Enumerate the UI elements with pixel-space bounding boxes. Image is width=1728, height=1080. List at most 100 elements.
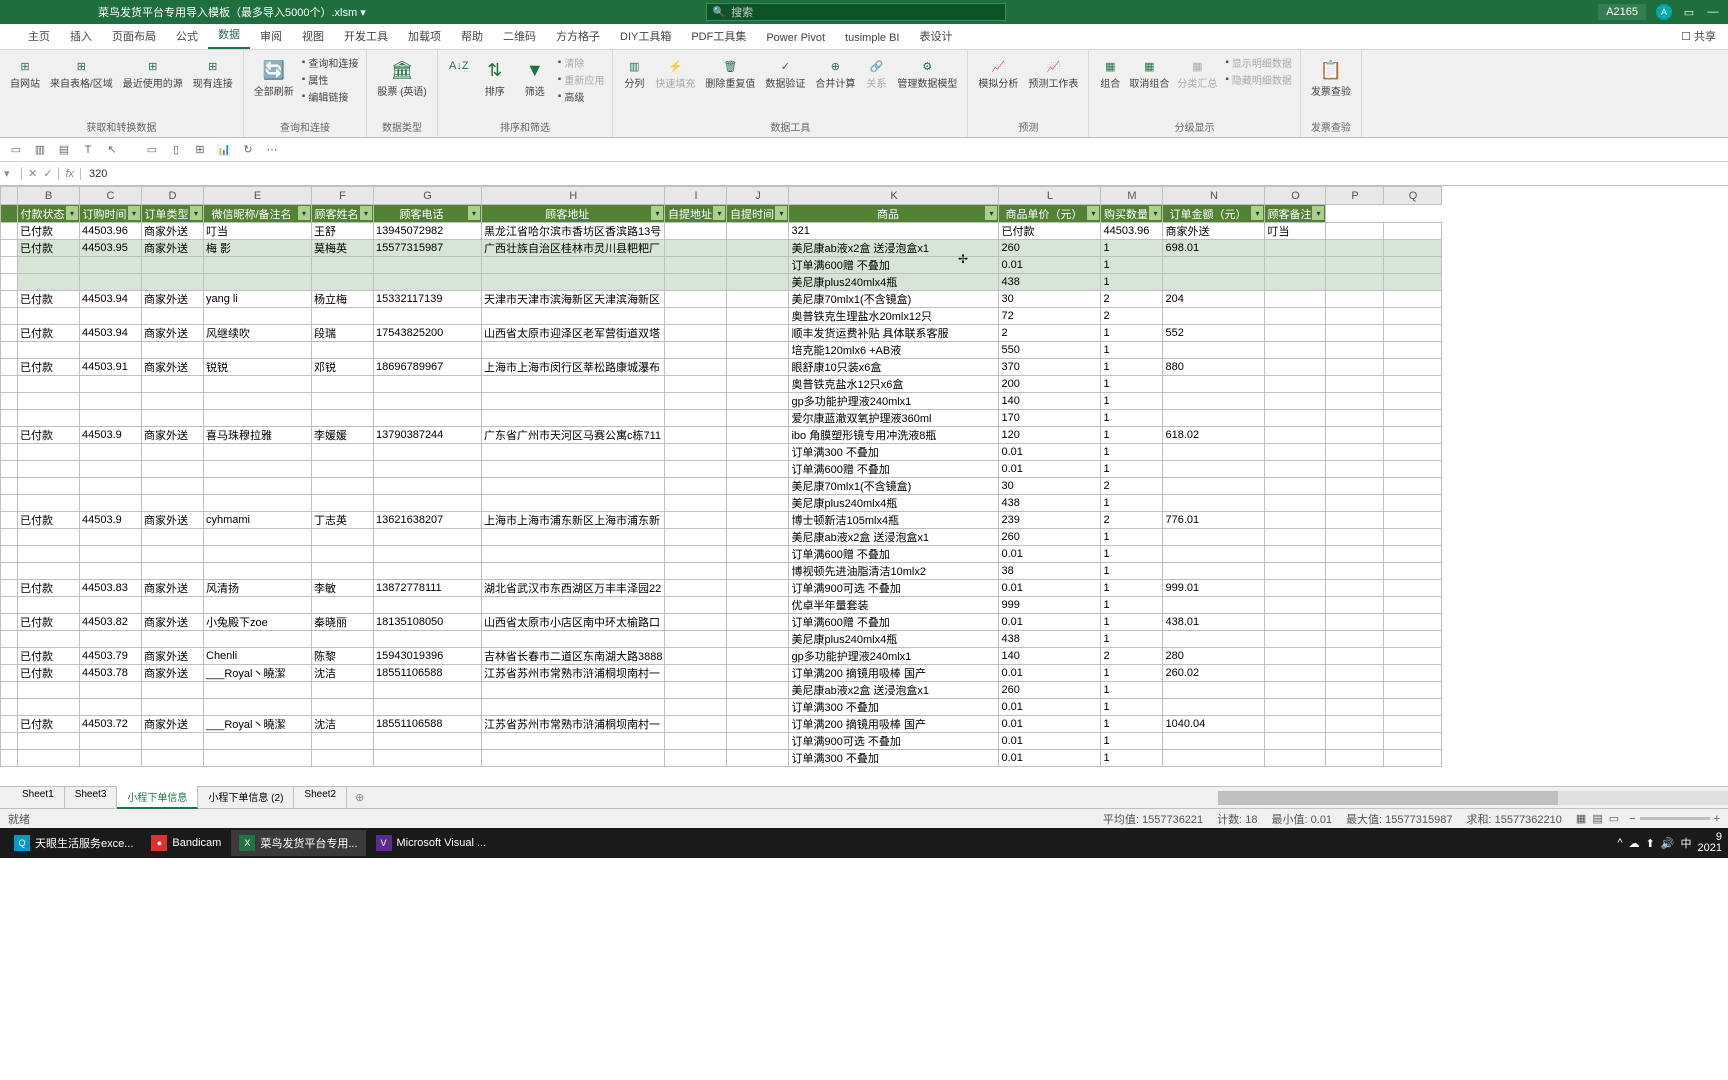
table-row[interactable]: gp多功能护理液240mlx11401 <box>1 393 1442 410</box>
filter-header[interactable]: 自提时间▾ <box>727 205 789 223</box>
column-header[interactable]: G <box>374 187 482 205</box>
user-avatar[interactable]: A <box>1656 4 1672 20</box>
sheet-tab[interactable]: 小程下单信息 <box>117 786 198 809</box>
qat-icon[interactable]: 📊 <box>216 142 232 158</box>
qat-icon[interactable]: ▯ <box>168 142 184 158</box>
ribbon-button[interactable]: ▦取消组合 <box>1125 53 1173 93</box>
ribbon-tab[interactable]: 数据 <box>208 21 250 49</box>
filter-header[interactable]: 商品▾ <box>789 205 999 223</box>
column-header[interactable]: I <box>665 187 727 205</box>
filter-dropdown-icon[interactable]: ▾ <box>1149 206 1161 220</box>
ribbon-button[interactable]: ⊞最近使用的源 <box>119 53 187 93</box>
qat-icon[interactable]: ▤ <box>56 142 72 158</box>
system-tray[interactable]: ^ ☁ ⬆ 🔊 中 9 2021 <box>1617 832 1722 854</box>
ribbon-tab[interactable]: 公式 <box>166 23 208 49</box>
filter-header[interactable]: 订单金额（元）▾ <box>1163 205 1265 223</box>
table-row[interactable]: 美尼康plus240mlx4瓶4381 <box>1 274 1442 291</box>
table-row[interactable]: 已付款44503.9商家外送喜马珠穆拉雅李媛媛13790387244广东省广州市… <box>1 427 1442 444</box>
ribbon-tab[interactable]: Power Pivot <box>756 27 835 49</box>
filter-dropdown-icon[interactable]: ▾ <box>985 206 997 220</box>
table-row[interactable]: 已付款44503.91商家外送锐锐邓锐18696789967上海市上海市闵行区莘… <box>1 359 1442 376</box>
table-row[interactable]: 订单满300 不叠加0.011 <box>1 444 1442 461</box>
ribbon-tab[interactable]: PDF工具集 <box>681 23 756 49</box>
fx-icon[interactable]: fx <box>59 168 81 180</box>
filter-header[interactable]: 订购时间▾ <box>80 205 142 223</box>
ribbon-tab[interactable]: 视图 <box>292 23 334 49</box>
table-row[interactable]: 订单满300 不叠加0.011 <box>1 750 1442 767</box>
table-row[interactable]: 奥普铁克生理盐水20mlx12只722 <box>1 308 1442 325</box>
table-row[interactable]: 订单满600赠 不叠加0.011 <box>1 461 1442 478</box>
table-row[interactable]: 美尼康plus240mlx4瓶4381 <box>1 631 1442 648</box>
ribbon-tab[interactable]: 开发工具 <box>334 23 398 49</box>
stocks-button[interactable]: 🏛股票 (英语) <box>373 53 430 101</box>
ribbon-button[interactable]: ⚙管理数据模型 <box>893 53 961 93</box>
filter-dropdown-icon[interactable]: ▾ <box>651 206 663 220</box>
table-row[interactable]: 订单满600赠 不叠加0.011 <box>1 257 1442 274</box>
filter-button[interactable]: ▼筛选 <box>516 53 554 101</box>
table-row[interactable]: 奥普铁克盐水12只x6盒2001 <box>1 376 1442 393</box>
search-box[interactable]: 搜索 <box>706 3 1006 21</box>
table-row[interactable]: 优卓半年量套装9991 <box>1 597 1442 614</box>
table-row[interactable]: 订单满300 不叠加0.011 <box>1 699 1442 716</box>
table-row[interactable]: 已付款44503.83商家外送风清扬李敏13872778111湖北省武汉市东西湖… <box>1 580 1442 597</box>
table-row[interactable]: 已付款44503.9商家外送cyhmami丁志英13621638207上海市上海… <box>1 512 1442 529</box>
spreadsheet-grid[interactable]: BCDEFGHIJKLMNOPQ 付款状态▾订购时间▾订单类型▾微信昵称/备注名… <box>0 186 1728 786</box>
filter-header[interactable]: 顾客备注▾ <box>1265 205 1326 223</box>
sort-az-button[interactable]: A↓Z <box>444 53 474 79</box>
table-row[interactable]: 订单满600赠 不叠加0.011 <box>1 546 1442 563</box>
taskbar-item[interactable]: VMicrosoft Visual ... <box>368 830 495 856</box>
ribbon-tab[interactable]: 二维码 <box>493 23 546 49</box>
ribbon-button[interactable]: ✓数据验证 <box>761 53 809 93</box>
taskbar-item[interactable]: Q天眼生活服务exce... <box>6 830 141 856</box>
filter-dropdown-icon[interactable]: ▾ <box>1251 206 1263 220</box>
table-row[interactable]: 已付款44503.79商家外送Chenli陈黎15943019396吉林省长春市… <box>1 648 1442 665</box>
ribbon-tab[interactable]: 加载项 <box>398 23 451 49</box>
view-break-icon[interactable]: ▭ <box>1609 812 1619 825</box>
ribbon-tab[interactable]: tusimple BI <box>835 27 909 49</box>
view-layout-icon[interactable]: ▤ <box>1592 812 1602 825</box>
filter-header[interactable]: 微信昵称/备注名▾ <box>204 205 312 223</box>
ribbon-button[interactable]: ⊞自网站 <box>6 53 44 93</box>
zoom-out-icon[interactable]: − <box>1629 813 1635 825</box>
ribbon-tab[interactable]: 帮助 <box>451 23 493 49</box>
table-row[interactable]: 美尼康plus240mlx4瓶4381 <box>1 495 1442 512</box>
column-header[interactable]: H <box>482 187 665 205</box>
table-row[interactable]: 已付款44503.96商家外送叮当王舒13945072982黑龙江省哈尔滨市香坊… <box>1 223 1442 240</box>
ribbon-button[interactable]: ▦组合 <box>1095 53 1125 93</box>
filter-header[interactable]: 商品单价（元）▾ <box>999 205 1101 223</box>
filter-dropdown-icon[interactable]: ▾ <box>1312 206 1324 220</box>
table-row[interactable]: 博视顿先进油脂清洁10mlx2381 <box>1 563 1442 580</box>
table-row[interactable]: 已付款44503.82商家外送小兔殿下zoe秦晓丽18135108050山西省太… <box>1 614 1442 631</box>
table-row[interactable]: 已付款44503.94商家外送yang li杨立梅15332117139天津市天… <box>1 291 1442 308</box>
table-row[interactable]: 已付款44503.95商家外送梅 影莫梅英15577315987广西壮族自治区桂… <box>1 240 1442 257</box>
zoom-slider[interactable] <box>1640 817 1710 820</box>
ribbon-button[interactable]: ⊞现有连接 <box>189 53 237 93</box>
qat-icon[interactable]: ▭ <box>8 142 24 158</box>
qat-icon[interactable]: ↻ <box>240 142 256 158</box>
table-row[interactable]: 爱尔康蓝澈双氧护理液360ml1701 <box>1 410 1442 427</box>
qat-icon[interactable]: T <box>80 142 96 158</box>
name-box[interactable]: ▾ <box>0 167 22 180</box>
filter-dropdown-icon[interactable]: ▾ <box>298 206 310 220</box>
filter-header[interactable]: 顾客姓名▾ <box>312 205 374 223</box>
table-row[interactable]: 美尼康ab液x2盒 送浸泡盒x12601 <box>1 682 1442 699</box>
column-header[interactable]: B <box>18 187 80 205</box>
filter-dropdown-icon[interactable]: ▾ <box>128 206 140 220</box>
refresh-all-button[interactable]: 🔄全部刷新 <box>250 53 298 101</box>
filter-dropdown-icon[interactable]: ▾ <box>468 206 480 220</box>
ribbon-tab[interactable]: 表设计 <box>909 23 962 49</box>
column-header[interactable]: K <box>789 187 999 205</box>
ribbon-tab[interactable]: 审阅 <box>250 23 292 49</box>
filter-dropdown-icon[interactable]: ▾ <box>713 206 725 220</box>
column-header[interactable]: D <box>142 187 204 205</box>
horizontal-scrollbar[interactable] <box>1218 791 1728 805</box>
cancel-icon[interactable]: ✕ <box>28 167 37 180</box>
filter-dropdown-icon[interactable]: ▾ <box>360 206 372 220</box>
filter-header[interactable]: 购买数量▾ <box>1101 205 1163 223</box>
table-row[interactable]: 美尼康70mlx1(不含镜盒)302 <box>1 478 1442 495</box>
filter-header[interactable]: 付款状态▾ <box>18 205 80 223</box>
column-header[interactable]: M <box>1101 187 1163 205</box>
minimize-icon[interactable]: — <box>1706 5 1720 19</box>
view-normal-icon[interactable]: ▦ <box>1576 812 1586 825</box>
ribbon-button[interactable]: 📈预测工作表 <box>1024 53 1082 93</box>
